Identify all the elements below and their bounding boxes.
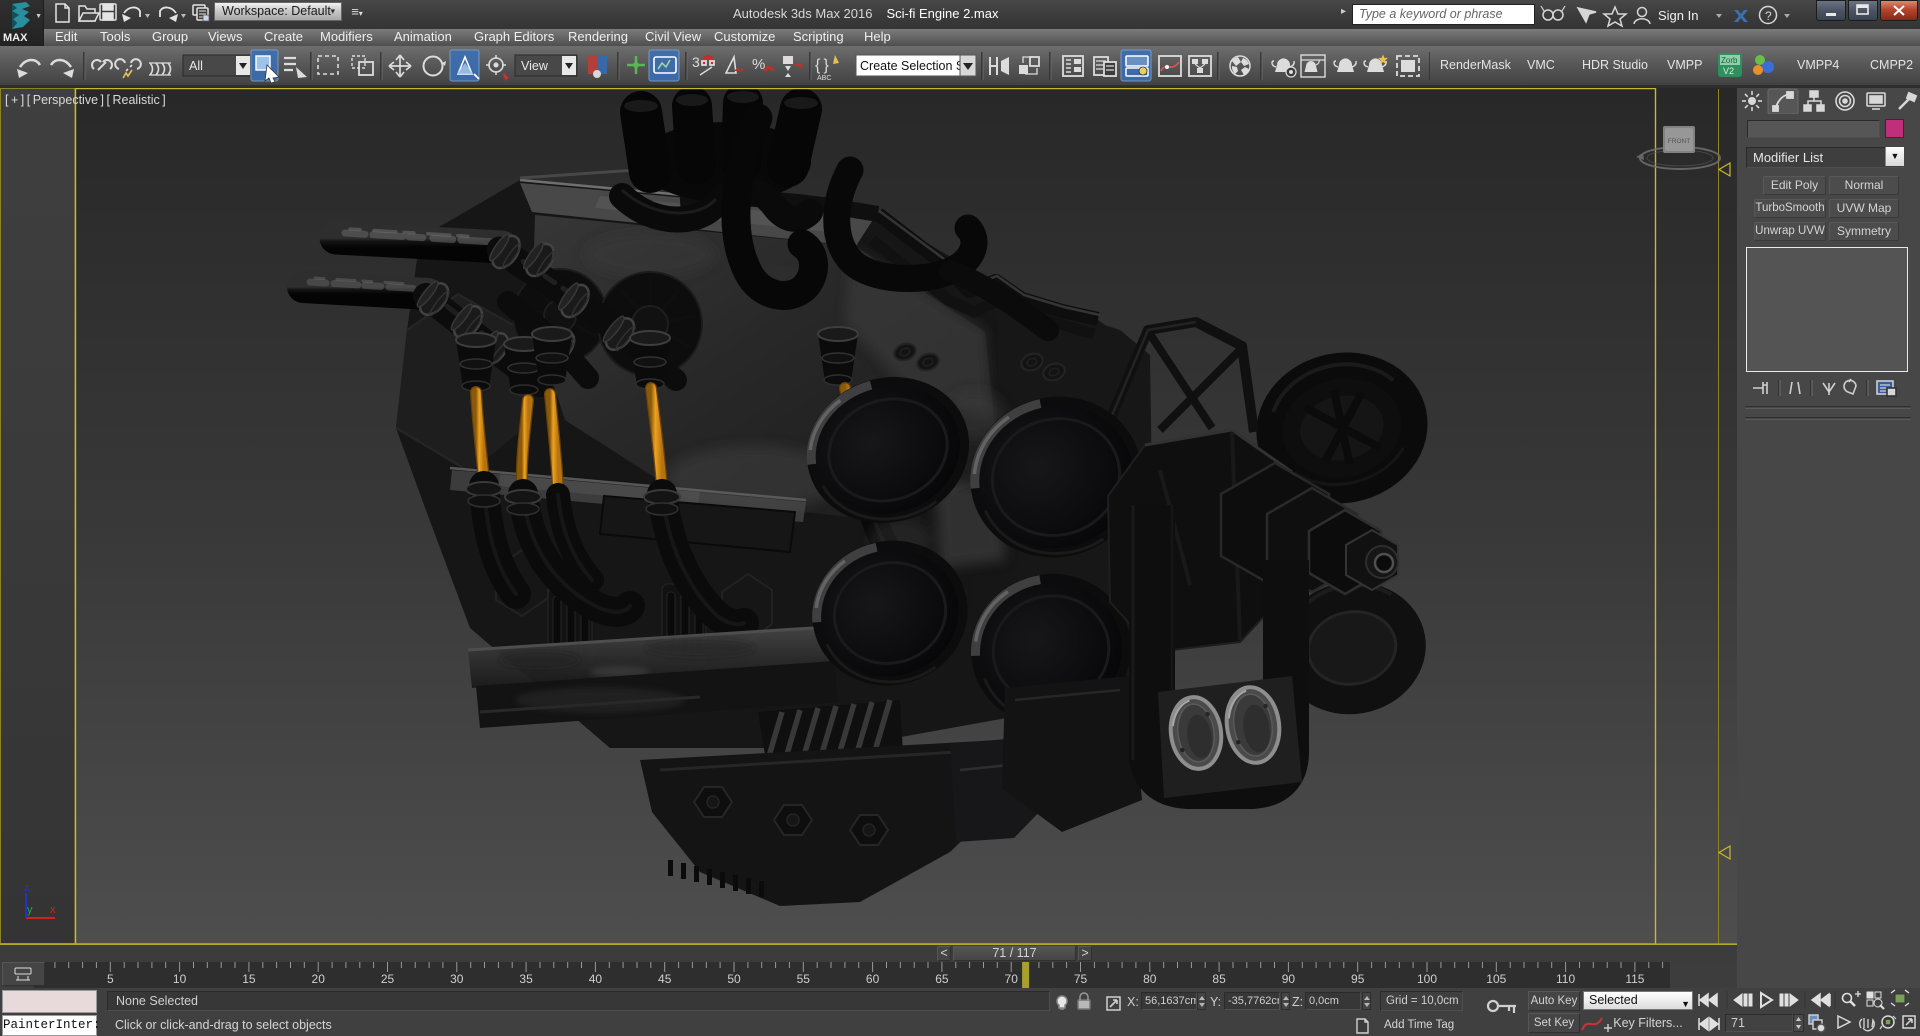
svg-text:{ }: { } — [815, 57, 830, 74]
svg-text:45: 45 — [658, 972, 672, 986]
svg-text:35: 35 — [519, 972, 533, 986]
svg-text:65: 65 — [935, 972, 949, 986]
svg-text:25: 25 — [381, 972, 395, 986]
svg-text:V2: V2 — [1723, 66, 1734, 76]
svg-text:x: x — [50, 904, 56, 916]
svg-text:95: 95 — [1351, 972, 1365, 986]
svg-text:75: 75 — [1074, 972, 1088, 986]
svg-text:80: 80 — [1143, 972, 1157, 986]
svg-text:100: 100 — [1417, 972, 1437, 986]
svg-text:90: 90 — [1282, 972, 1296, 986]
svg-text:View: View — [521, 59, 549, 73]
svg-text:Zorb: Zorb — [1721, 56, 1738, 65]
svg-text:All: All — [189, 59, 203, 73]
svg-text:FRONT: FRONT — [1668, 138, 1690, 145]
svg-text:55: 55 — [797, 972, 811, 986]
svg-text:10: 10 — [173, 972, 187, 986]
svg-text:110: 110 — [1556, 972, 1575, 986]
svg-text:ABC: ABC — [817, 75, 831, 82]
svg-text:?: ? — [1765, 9, 1772, 23]
svg-text:20: 20 — [312, 972, 326, 986]
svg-text:z: z — [24, 882, 30, 894]
svg-text:115: 115 — [1625, 972, 1644, 986]
svg-text:3: 3 — [692, 54, 700, 70]
svg-text:105: 105 — [1486, 972, 1506, 986]
svg-text:70: 70 — [1005, 972, 1019, 986]
svg-text:60: 60 — [866, 972, 880, 986]
svg-text:15: 15 — [242, 972, 256, 986]
svg-text:40: 40 — [589, 972, 603, 986]
svg-text:30: 30 — [450, 972, 464, 986]
svg-text:50: 50 — [727, 972, 741, 986]
svg-text:85: 85 — [1212, 972, 1226, 986]
svg-text:Sign In: Sign In — [1658, 8, 1698, 23]
svg-text:y: y — [27, 904, 33, 916]
svg-text:Create Selection Se: Create Selection Se — [860, 59, 971, 73]
svg-text:5: 5 — [107, 972, 114, 986]
svg-text:%: % — [752, 56, 765, 73]
